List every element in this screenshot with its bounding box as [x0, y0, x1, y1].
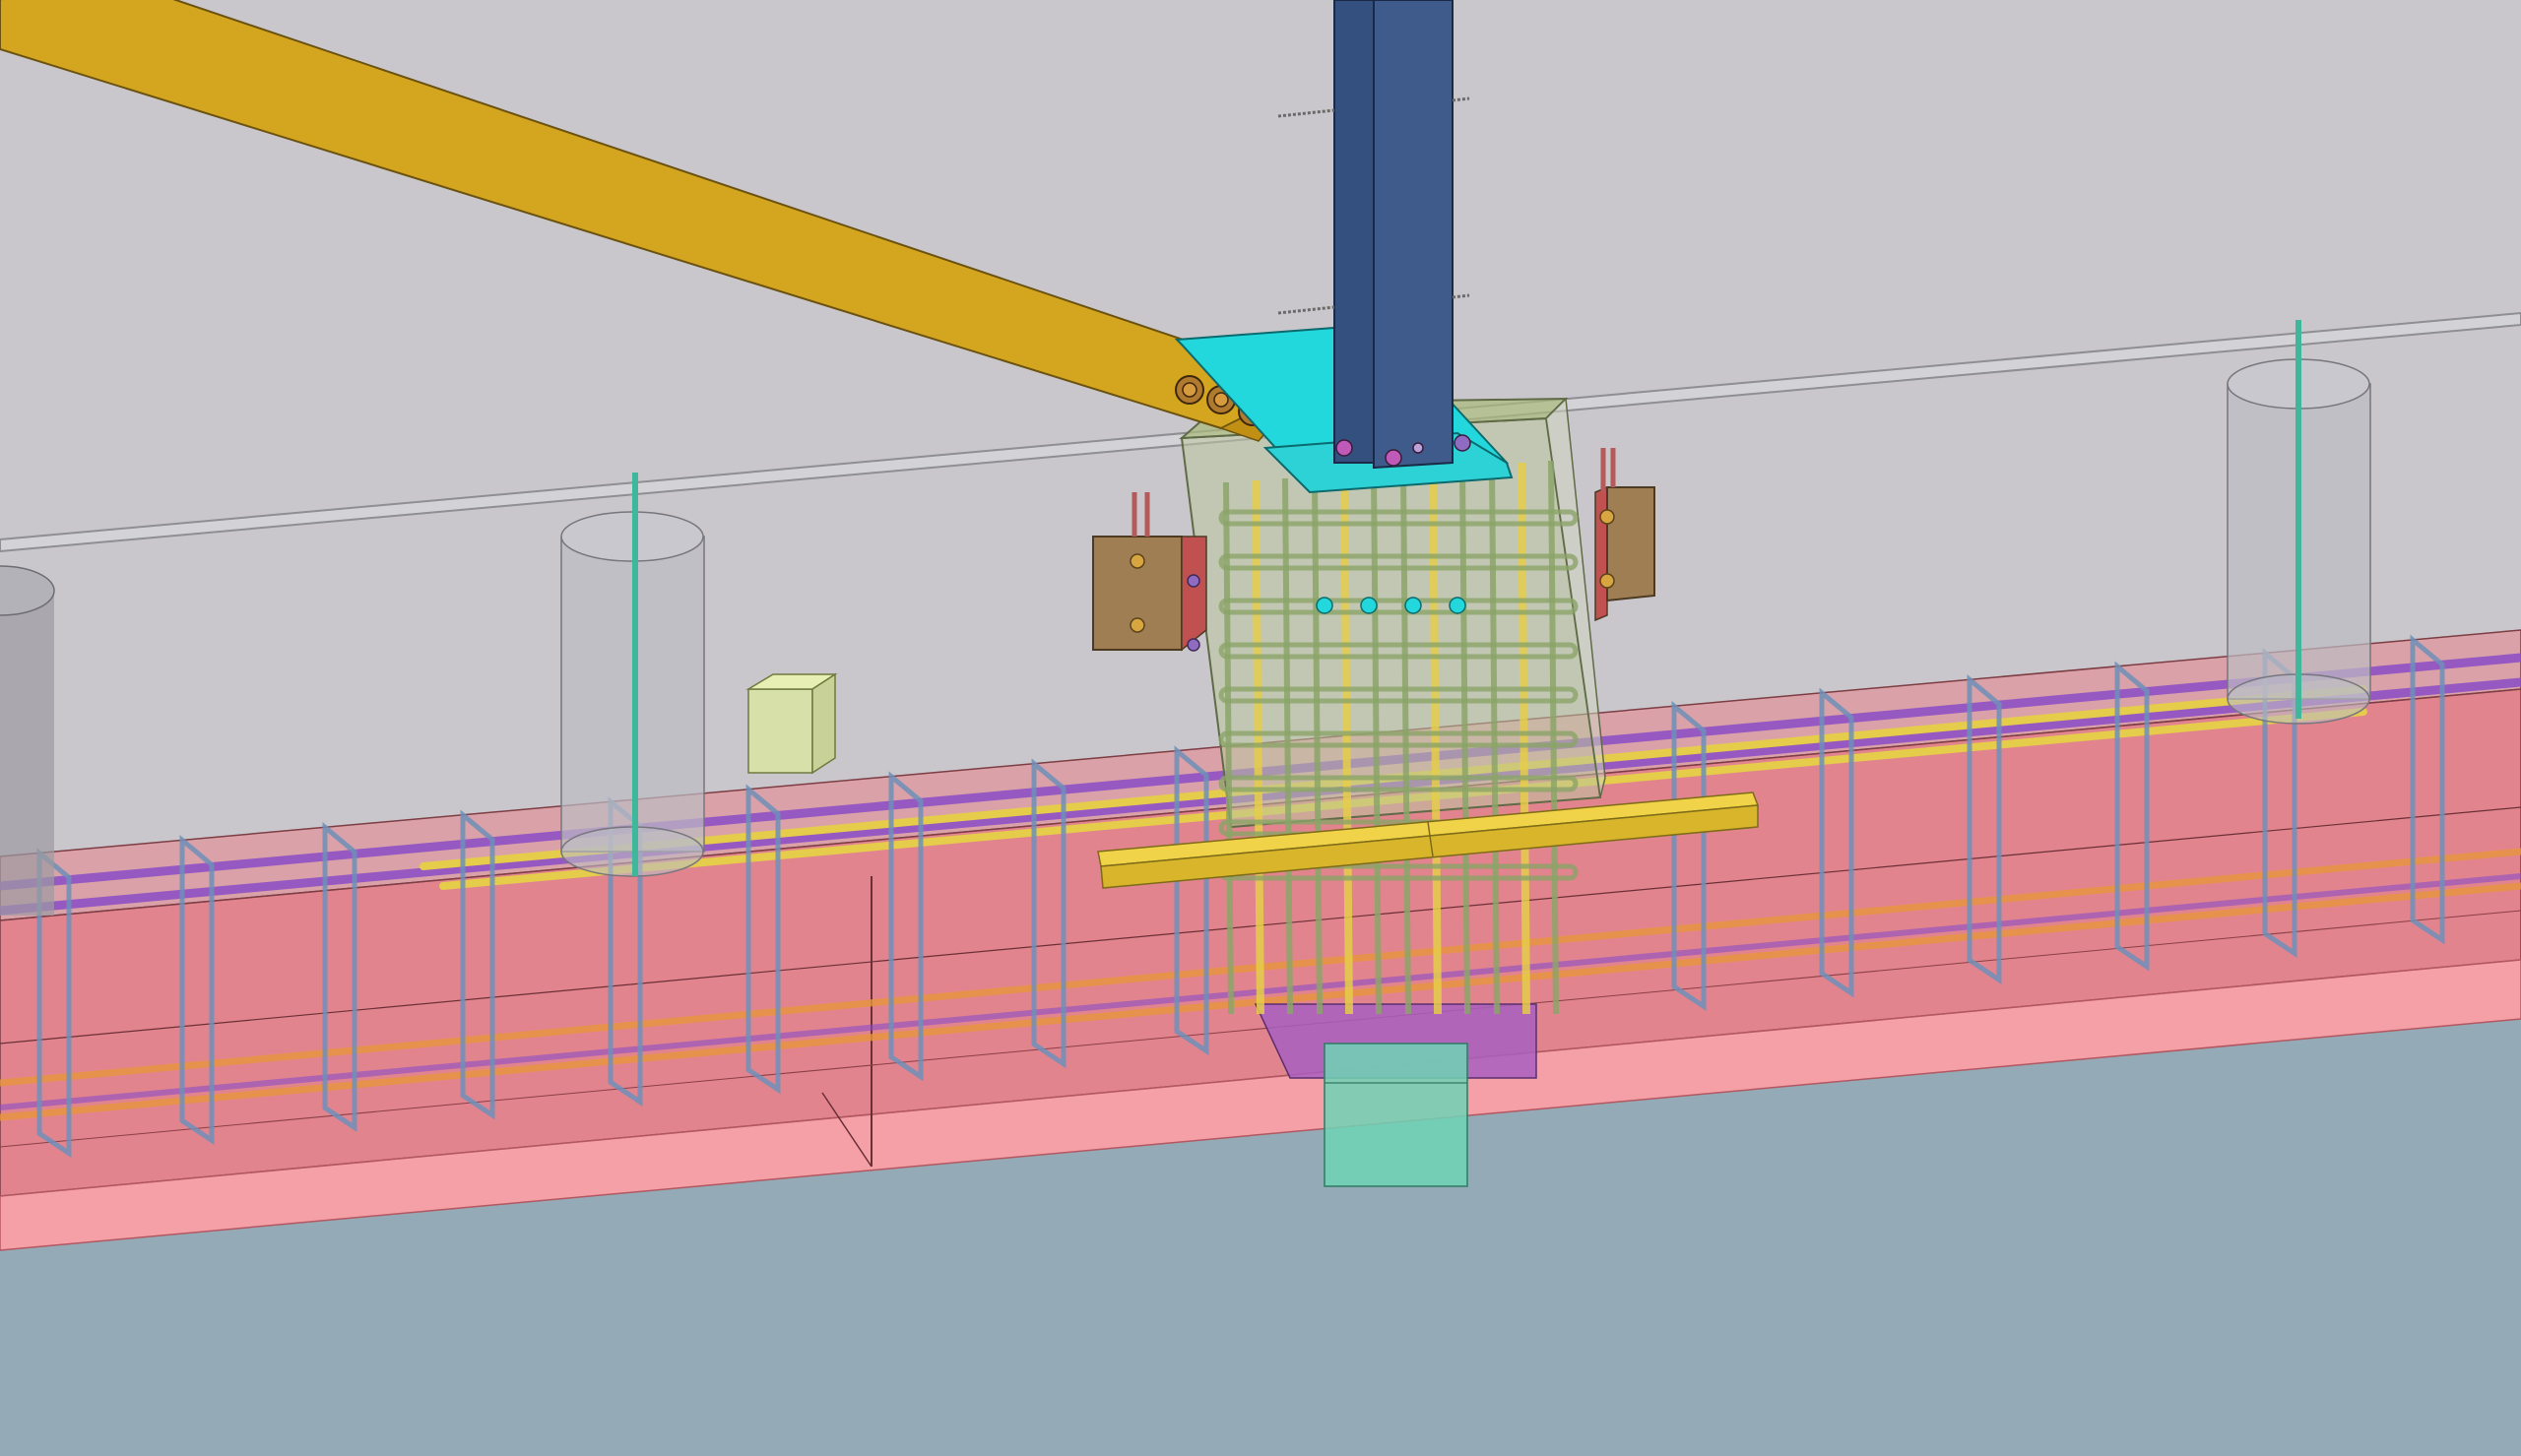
pier-vertical-bar [1518, 462, 1530, 1015]
column-bolt-3 [1454, 434, 1471, 452]
side-plate-right-edge [1594, 485, 1608, 622]
side-plate-right-bolt-1 [1599, 509, 1615, 525]
column-bolt-2 [1385, 449, 1402, 467]
column-bolt-4 [1412, 442, 1424, 454]
embed-box-side [811, 672, 836, 775]
side-plate-left-bolt-3 [1187, 574, 1200, 588]
cylinder-pier-right[interactable] [2227, 320, 2371, 725]
anchor-nut [1316, 597, 1333, 614]
brace-bolt-2-inner [1213, 392, 1229, 408]
cylinder-pier-mid[interactable] [560, 473, 705, 877]
steel-column-flange [1373, 0, 1454, 470]
pier-vertical-bar [1429, 468, 1442, 1015]
sub-pier-box [1324, 1043, 1468, 1187]
side-plate-left-bolt-4 [1187, 638, 1200, 652]
cylinder-pier-left-body [0, 591, 54, 916]
embed-box[interactable] [745, 672, 838, 775]
side-plate-left-bolt-1 [1130, 553, 1145, 569]
anchor-nut [1360, 597, 1378, 614]
cylinder-pier-left[interactable] [0, 565, 55, 916]
side-plate-right-bolt-2 [1599, 573, 1615, 589]
anchor-nut [1449, 597, 1466, 614]
side-plate-left-edge [1181, 536, 1207, 652]
steel-column-web [1333, 0, 1375, 464]
column-bolt-1 [1335, 439, 1353, 457]
anchor-nut [1404, 597, 1422, 614]
model-scene[interactable] [0, 0, 2521, 1456]
side-plate-left-bolt-2 [1130, 617, 1145, 633]
model-viewport[interactable] [0, 0, 2521, 1456]
embed-box-front [747, 688, 813, 774]
brace-bolt-1-inner [1182, 382, 1197, 398]
